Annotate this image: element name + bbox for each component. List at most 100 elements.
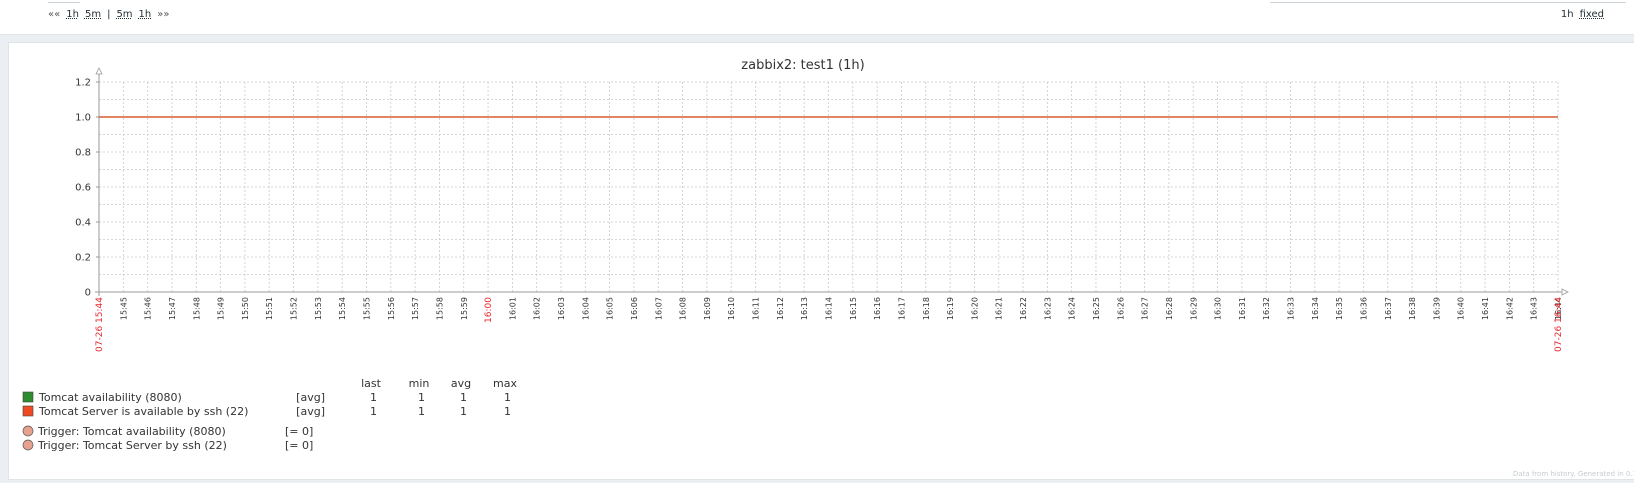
x-tick-label: 16:38 [1408,297,1417,320]
legend-item-name: Tomcat Server is available by ssh (22) [38,405,248,418]
x-tick-label: 16:31 [1238,297,1247,320]
x-tick-label: 16:34 [1311,297,1320,320]
x-tick-label: 16:35 [1335,297,1344,320]
x-tick-label: 16:12 [776,297,785,320]
graph-panel: zabbix2: test1 (1h) 0 0.2 0.4 0.6 0.8 1.0 1.2 … [8,42,1634,480]
x-tick-label: 15:45 [119,297,128,320]
y-tick-label: 1.2 [75,78,91,89]
x-tick-label: 16:33 [1287,297,1296,320]
legend-value-last: 1 [370,391,377,404]
y-tick-label: 0.6 [75,183,91,194]
x-tick-label: 16:17 [897,297,906,320]
legend-value-min: 1 [418,391,425,404]
period-controls: 1h fixed [1561,9,1604,20]
x-tick-label: 15:52 [290,297,299,320]
legend-item-func: [avg] [296,391,325,404]
x-tick-label: 15:47 [168,297,177,320]
x-tick-label: 15:49 [217,297,226,320]
x-tick-label: 16:36 [1359,297,1368,320]
x-tick-label: 16:16 [873,297,882,320]
trigger-indicator-icon [22,425,34,437]
zoom-navigation: «« 1h 5m | 5m 1h »» [48,9,170,20]
x-tick-label: 15:57 [411,297,420,320]
x-tick-label: 16:10 [727,297,736,320]
x-tick-label: 15:48 [192,297,201,320]
x-tick-label: 16:13 [800,297,809,320]
forward-5m-link[interactable]: 5m [116,9,132,20]
x-tick-label: 16:30 [1214,297,1223,320]
scroll-back-button[interactable]: «« [48,9,60,20]
x-tick-label: 15:54 [338,297,347,320]
fixed-toggle[interactable]: fixed [1580,9,1604,20]
legend-item-name: Tomcat availability (8080) [38,391,182,404]
x-tick-label: 16:26 [1116,297,1125,320]
trigger-name: Trigger: Tomcat availability (8080) [37,425,226,438]
legend-value-avg: 1 [460,391,467,404]
x-tick-label: 15:51 [265,297,274,320]
legend-value-avg: 1 [460,405,467,418]
back-1h-link[interactable]: 1h [66,9,79,20]
input-edge-left [48,0,80,3]
x-tick-label: 16:19 [946,297,955,320]
y-tick-label: 0.8 [75,148,91,159]
x-tick-label: 16:03 [557,297,566,320]
legend-header-last: last [361,377,382,390]
x-tick-label: 16:01 [508,297,517,320]
x-tick-label: 16:29 [1189,297,1198,320]
legend-value-min: 1 [418,405,425,418]
x-tick-label: 16:02 [533,297,542,320]
x-tick-label: 16:40 [1457,297,1466,320]
x-tick-label: 16:27 [1141,297,1150,320]
legend-value-max: 1 [504,405,511,418]
x-tick-label: 16:09 [703,297,712,320]
x-tick-label: 16:11 [752,297,761,320]
trigger-condition: [= 0] [285,439,313,452]
legend-header-avg: avg [451,377,471,390]
x-tick-label: 16:06 [630,297,639,320]
x-tick-label: 16:15 [849,297,858,320]
x-tick-label: 16:00 [484,297,494,323]
graph-canvas: zabbix2: test1 (1h) 00.20.40.60.81.01.2 … [22,58,1634,478]
legend-color-swatch [22,405,34,417]
x-tick-label: 16:25 [1092,297,1101,320]
legend-value-max: 1 [504,391,511,404]
graph-title: zabbix2: test1 (1h) [741,58,864,73]
y-tick-label: 0.4 [75,218,91,229]
input-edge-right [1270,0,1626,3]
legend-header-max: max [493,377,517,390]
x-tick-label: 16:22 [1019,297,1028,320]
x-tick-label: 15:46 [144,297,153,320]
scroll-forward-button[interactable]: »» [157,9,169,20]
x-tick-label: 16:04 [581,297,590,320]
x-tick-label: 16:18 [922,297,931,320]
period-label: 1h [1560,9,1574,20]
x-tick-label: 16:24 [1068,297,1077,320]
x-tick-label: 16:07 [654,297,663,320]
y-axis-arrow [95,67,103,75]
x-tick-label: 16:21 [995,297,1004,320]
legend-item-func: [avg] [296,405,325,418]
trigger-name: Trigger: Tomcat Server by ssh (22) [37,439,227,452]
zoom-separator: | [107,9,111,20]
back-5m-link[interactable]: 5m [85,9,101,20]
x-tick-label: 15:53 [314,297,323,320]
x-start-label: 07-26 15:44 [95,297,105,352]
x-tick-label: 16:32 [1262,297,1271,320]
legend-value-last: 1 [370,405,377,418]
x-tick-label: 16:39 [1432,297,1441,320]
y-tick-label: 0 [85,288,91,299]
x-tick-label: 16:41 [1481,297,1490,320]
x-tick-label: 16:43 [1530,297,1539,320]
timeline-bar: «« 1h 5m | 5m 1h »» 1h fixed [0,0,1634,35]
y-tick-label: 1.0 [75,113,91,124]
x-tick-label: 16:37 [1384,297,1393,320]
y-tick-label: 0.2 [75,253,91,264]
generated-note: Data from history. Generated in 0.1 [1513,470,1634,478]
legend-color-swatch [22,391,34,403]
x-tick-label: 16:08 [679,297,688,320]
x-end-label: 07-26 16:44 [1554,297,1564,352]
x-tick-label: 16:20 [970,297,979,320]
x-tick-label: 15:55 [362,297,371,320]
x-tick-label: 15:56 [387,297,396,320]
forward-1h-link[interactable]: 1h [139,9,152,20]
